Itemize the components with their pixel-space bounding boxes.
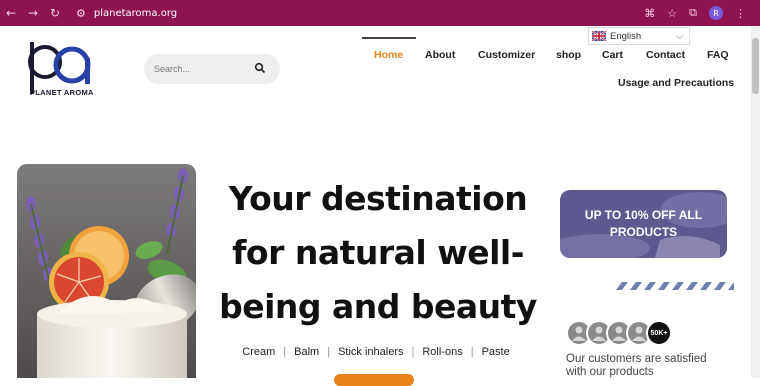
promo-banner[interactable]: UP TO 10% OFF ALL PRODUCTS [560,190,727,258]
nav-faq[interactable]: FAQ [707,49,729,61]
customer-count-badge: 50K+ [646,320,672,346]
extensions-icon[interactable]: ⧉ [689,6,697,20]
category-paste[interactable]: Paste [482,346,510,358]
nav-home[interactable]: Home [361,37,417,61]
category-links: Cream | Balm | Stick inhalers | Roll-ons… [226,346,526,358]
logo-text: PLANET AROMA [30,88,94,97]
decorative-stripes [616,282,734,290]
headline-line: Your destination [228,179,528,218]
language-label: English [610,30,642,42]
promo-text: UP TO 10% OFF ALL PRODUCTS [584,208,703,239]
address-bar[interactable]: planetaroma.org [94,8,177,19]
category-balm[interactable]: Balm [294,346,319,358]
hero-headline: Your destination for natural well- being… [216,172,540,334]
user-icon [572,326,586,341]
separator: | [283,346,287,358]
nav-shop[interactable]: shop [556,49,581,61]
customer-satisfaction-text: Our customers are satisfied with our pro… [566,353,707,378]
nav-about[interactable]: About [425,49,455,61]
bookmark-star-icon[interactable]: ☆ [667,7,677,20]
search-input[interactable] [154,64,244,74]
uk-flag-icon [592,31,606,41]
search-box [144,54,280,84]
profile-avatar[interactable]: R [709,6,723,20]
nav-contact[interactable]: Contact [646,49,685,61]
customer-avatars: 50K+ [566,320,672,348]
user-icon [612,326,626,341]
user-icon [632,326,646,341]
search-icon[interactable] [254,62,266,74]
main-nav: Home About Customizer shop Cart Contact … [358,37,738,102]
separator: | [470,346,474,358]
hero-product-image [17,164,196,378]
nav-cart[interactable]: Cart [602,49,623,61]
user-icon [592,326,606,341]
nav-customizer[interactable]: Customizer [478,49,535,61]
scrollbar-thumb[interactable] [752,38,759,94]
browser-toolbar: ← → ↻ ⚙ planetaroma.org ⌘ ☆ ⧉ R ⋮ [0,0,760,26]
nav-usage-precautions[interactable]: Usage and Precautions [618,77,734,89]
category-stick-inhalers[interactable]: Stick inhalers [338,346,403,358]
category-cream[interactable]: Cream [242,346,275,358]
forward-icon[interactable]: → [22,0,44,26]
separator: | [327,346,331,358]
page-scrollbar[interactable] [751,26,760,378]
site-info-icon[interactable]: ⚙ [76,7,86,20]
headline-line: being and beauty [219,287,537,326]
reload-icon[interactable]: ↻ [44,0,66,26]
back-icon[interactable]: ← [0,0,22,26]
menu-icon[interactable]: ⋮ [735,7,746,20]
shop-now-button[interactable] [334,374,414,386]
separator: | [411,346,415,358]
headline-line: for natural well- [232,233,524,272]
category-roll-ons[interactable]: Roll-ons [422,346,462,358]
chevron-down-icon: ⌵ [676,31,683,41]
translate-icon[interactable]: ⌘ [644,7,655,20]
